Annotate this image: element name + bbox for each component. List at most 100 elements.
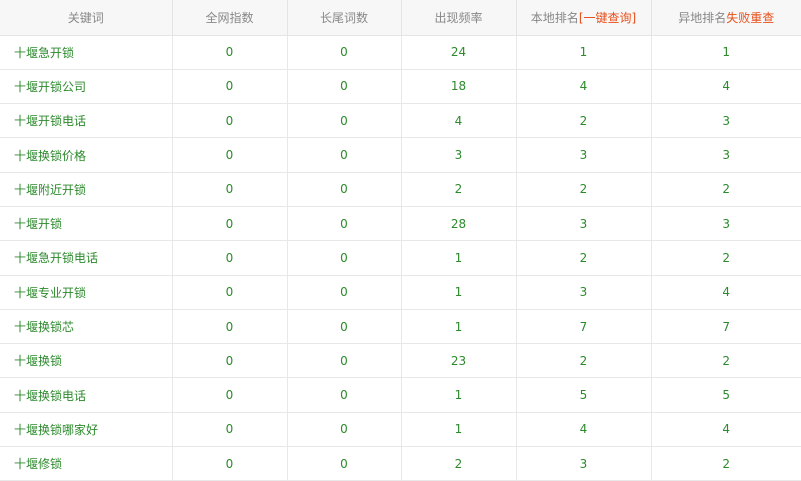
longtail-count-cell: 0 (287, 343, 402, 379)
network-index-cell: 0 (172, 172, 288, 207)
remote-rank-cell: 4 (651, 412, 801, 448)
keyword-cell: 十堰换锁哪家好 (0, 412, 173, 448)
frequency-cell: 2 (401, 172, 517, 207)
network-index-cell: 0 (172, 446, 288, 481)
table-row: 十堰换锁价格 0 0 3 3 3 (0, 137, 801, 173)
frequency-cell: 1 (401, 377, 517, 413)
frequency-cell: 24 (401, 35, 517, 70)
remote-rank-cell: 4 (651, 69, 801, 105)
local-rank-cell: 3 (516, 206, 652, 242)
keyword-cell: 十堰专业开锁 (0, 275, 173, 310)
header-longtail-count: 长尾词数 (287, 0, 402, 36)
local-rank-cell: 1 (516, 35, 652, 70)
frequency-cell: 1 (401, 275, 517, 310)
longtail-count-cell: 0 (287, 206, 402, 242)
local-rank-cell: 2 (516, 343, 652, 379)
network-index-cell: 0 (172, 377, 288, 413)
longtail-count-cell: 0 (287, 35, 402, 70)
network-index-cell: 0 (172, 309, 288, 345)
network-index-cell: 0 (172, 275, 288, 310)
keyword-cell: 十堰急开锁电话 (0, 240, 173, 276)
network-index-cell: 0 (172, 206, 288, 242)
longtail-count-cell: 0 (287, 137, 402, 173)
keyword-cell: 十堰换锁电话 (0, 377, 173, 413)
table-row: 十堰专业开锁 0 0 1 3 4 (0, 275, 801, 310)
longtail-count-cell: 0 (287, 275, 402, 310)
local-rank-cell: 2 (516, 172, 652, 207)
table-row: 十堰开锁电话 0 0 4 2 3 (0, 103, 801, 139)
one-click-query-link[interactable]: [一键查询] (579, 11, 636, 25)
remote-rank-cell: 3 (651, 206, 801, 242)
longtail-count-cell: 0 (287, 103, 402, 139)
local-rank-cell: 2 (516, 240, 652, 276)
table-row: 十堰开锁公司 0 0 18 4 4 (0, 69, 801, 105)
frequency-cell: 23 (401, 343, 517, 379)
local-rank-cell: 3 (516, 137, 652, 173)
header-local-rank: 本地排名[一键查询] (516, 0, 652, 36)
table-header-row: 关键词 全网指数 长尾词数 出现频率 本地排名[一键查询] 异地排名失败重查 (0, 0, 801, 36)
keyword-rank-table: 关键词 全网指数 长尾词数 出现频率 本地排名[一键查询] 异地排名失败重查 十… (0, 0, 801, 481)
remote-rank-cell: 3 (651, 103, 801, 139)
remote-rank-cell: 4 (651, 275, 801, 310)
table-body: 十堰急开锁 0 0 24 1 1 十堰开锁公司 0 0 18 4 4 十堰开锁电话 0 0 4 2 3 十堰换锁价格… (0, 35, 801, 481)
retry-failed-link[interactable]: 失败重查 (726, 11, 774, 25)
keyword-cell: 十堰修锁 (0, 446, 173, 481)
keyword-cell: 十堰换锁价格 (0, 137, 173, 173)
network-index-cell: 0 (172, 35, 288, 70)
keyword-cell: 十堰开锁 (0, 206, 173, 242)
longtail-count-cell: 0 (287, 377, 402, 413)
longtail-count-cell: 0 (287, 446, 402, 481)
longtail-count-cell: 0 (287, 240, 402, 276)
remote-rank-cell: 2 (651, 240, 801, 276)
table-row: 十堰换锁 0 0 23 2 2 (0, 343, 801, 379)
table-row: 十堰换锁电话 0 0 1 5 5 (0, 377, 801, 413)
remote-rank-cell: 2 (651, 343, 801, 379)
local-rank-cell: 3 (516, 275, 652, 310)
frequency-cell: 1 (401, 240, 517, 276)
remote-rank-cell: 2 (651, 446, 801, 481)
header-frequency: 出现频率 (401, 0, 517, 36)
frequency-cell: 4 (401, 103, 517, 139)
keyword-cell: 十堰开锁电话 (0, 103, 173, 139)
frequency-cell: 18 (401, 69, 517, 105)
table-row: 十堰附近开锁 0 0 2 2 2 (0, 172, 801, 207)
local-rank-cell: 2 (516, 103, 652, 139)
remote-rank-cell: 5 (651, 377, 801, 413)
remote-rank-cell: 7 (651, 309, 801, 345)
header-remote-rank: 异地排名失败重查 (651, 0, 801, 36)
frequency-cell: 28 (401, 206, 517, 242)
header-network-index: 全网指数 (172, 0, 288, 36)
keyword-cell: 十堰开锁公司 (0, 69, 173, 105)
network-index-cell: 0 (172, 103, 288, 139)
table-row: 十堰换锁芯 0 0 1 7 7 (0, 309, 801, 345)
table-row: 十堰修锁 0 0 2 3 2 (0, 446, 801, 481)
header-keyword: 关键词 (0, 0, 173, 36)
network-index-cell: 0 (172, 137, 288, 173)
frequency-cell: 1 (401, 412, 517, 448)
local-rank-cell: 4 (516, 412, 652, 448)
table-row: 十堰急开锁电话 0 0 1 2 2 (0, 240, 801, 276)
header-remote-rank-label: 异地排名 (678, 10, 727, 25)
header-local-rank-label: 本地排名 (530, 10, 579, 25)
local-rank-cell: 7 (516, 309, 652, 345)
table-row: 十堰开锁 0 0 28 3 3 (0, 206, 801, 242)
network-index-cell: 0 (172, 343, 288, 379)
network-index-cell: 0 (172, 412, 288, 448)
keyword-cell: 十堰附近开锁 (0, 172, 173, 207)
frequency-cell: 2 (401, 446, 517, 481)
remote-rank-cell: 2 (651, 172, 801, 207)
remote-rank-cell: 3 (651, 137, 801, 173)
network-index-cell: 0 (172, 240, 288, 276)
local-rank-cell: 4 (516, 69, 652, 105)
keyword-cell: 十堰换锁 (0, 343, 173, 379)
local-rank-cell: 3 (516, 446, 652, 481)
remote-rank-cell: 1 (651, 35, 801, 70)
longtail-count-cell: 0 (287, 309, 402, 345)
keyword-cell: 十堰换锁芯 (0, 309, 173, 345)
table-row: 十堰换锁哪家好 0 0 1 4 4 (0, 412, 801, 448)
longtail-count-cell: 0 (287, 69, 402, 105)
frequency-cell: 3 (401, 137, 517, 173)
frequency-cell: 1 (401, 309, 517, 345)
longtail-count-cell: 0 (287, 412, 402, 448)
network-index-cell: 0 (172, 69, 288, 105)
